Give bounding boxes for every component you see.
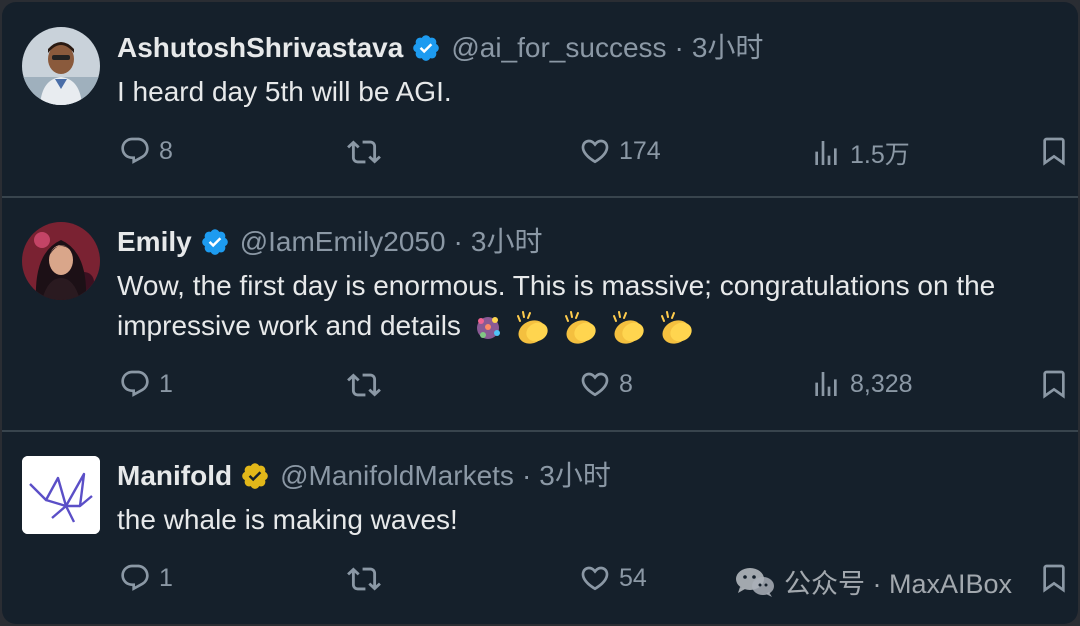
- verified-badge-icon: [413, 35, 440, 61]
- like-button[interactable]: 174: [579, 135, 661, 167]
- author-name[interactable]: AshutoshShrivastava: [117, 30, 403, 66]
- view-count: 8,328: [850, 369, 913, 398]
- verified-badge-icon: [201, 229, 228, 255]
- like-count: 54: [619, 563, 647, 592]
- bookmark-button[interactable]: [1038, 135, 1070, 167]
- views-chart-icon: [815, 372, 837, 396]
- retweet-button[interactable]: [347, 135, 381, 169]
- tweet-actions: 1 8 8,328: [2, 368, 1078, 408]
- verified-gold-badge-icon: [242, 463, 268, 489]
- tweet-text-line-2-words: impressive work and details: [117, 310, 461, 341]
- author-handle[interactable]: @ai_for_success: [451, 30, 666, 66]
- like-count: 174: [619, 136, 661, 165]
- author-handle[interactable]: @IamEmily2050: [240, 224, 446, 260]
- reply-count: 1: [159, 369, 173, 398]
- confetti-emoji: [476, 316, 500, 339]
- separator-dot: ·: [674, 32, 684, 63]
- like-count: 8: [619, 369, 633, 398]
- bookmark-icon: [1043, 564, 1065, 593]
- tweet-text-line-1: Wow, the first day is enormous. This is …: [117, 270, 996, 301]
- heart-icon: [581, 372, 609, 397]
- tweet-actions: 8 174 1.5万: [2, 135, 1078, 175]
- timestamp[interactable]: 3小时: [692, 30, 764, 66]
- avatar[interactable]: [22, 27, 100, 105]
- retweet-button[interactable]: [347, 562, 381, 596]
- clapping-hands-emoji: [517, 310, 549, 344]
- tweet-text: the whale is making waves!: [117, 504, 458, 535]
- bookmark-button[interactable]: [1038, 368, 1070, 400]
- bookmark-icon: [1043, 137, 1065, 166]
- reply-button[interactable]: 1: [119, 562, 173, 594]
- bookmark-icon: [1043, 370, 1065, 399]
- avatar[interactable]: [22, 222, 100, 300]
- like-button[interactable]: 54: [579, 562, 647, 594]
- separator-dot: ·: [521, 460, 532, 491]
- reply-icon: [121, 564, 149, 591]
- timeline: AshutoshShrivastava @ai_for_success · 3小…: [2, 2, 1078, 624]
- heart-icon: [581, 139, 609, 164]
- author-handle[interactable]: @ManifoldMarkets: [280, 458, 514, 494]
- tweet-ai-for-success[interactable]: AshutoshShrivastava @ai_for_success · 3小…: [2, 2, 1078, 198]
- tweet-text: Wow, the first day is enormous. This is …: [117, 266, 1072, 346]
- avatar[interactable]: [22, 456, 100, 534]
- wechat-icon: [736, 567, 774, 597]
- wechat-watermark: 公众号 · MaxAIBox: [734, 562, 1012, 601]
- timestamp[interactable]: 3小时: [471, 224, 543, 260]
- tweet-text-line-2: impressive work and details: [117, 306, 1072, 346]
- tweet-iamemily[interactable]: Emily @IamEmily2050 · 3小时 Wow, the first…: [2, 198, 1078, 432]
- retweet-icon: [347, 140, 381, 164]
- reply-count: 8: [159, 136, 173, 165]
- views-button[interactable]: 8,328: [810, 368, 913, 400]
- heart-icon: [581, 566, 609, 591]
- retweet-button[interactable]: [347, 368, 381, 402]
- reply-icon: [121, 137, 149, 164]
- view-count: 1.5万: [850, 141, 910, 169]
- author-name[interactable]: Emily: [117, 224, 192, 260]
- reply-count: 1: [159, 563, 173, 592]
- views-chart-icon: [815, 141, 837, 165]
- bookmark-button[interactable]: [1038, 562, 1070, 594]
- watermark-label: 公众号 · MaxAIBox: [784, 569, 1013, 599]
- views-button[interactable]: 1.5万: [810, 135, 910, 171]
- author-name[interactable]: Manifold: [117, 458, 232, 494]
- reply-button[interactable]: 8: [119, 135, 173, 167]
- like-button[interactable]: 8: [579, 368, 633, 400]
- separator-dot: ·: [453, 226, 463, 257]
- reply-button[interactable]: 1: [119, 368, 173, 400]
- tweet-text: I heard day 5th will be AGI.: [117, 76, 452, 107]
- clapping-hands-emoji: [565, 310, 596, 344]
- retweet-icon: [347, 567, 381, 591]
- timestamp[interactable]: 3小时: [539, 458, 611, 494]
- clapping-hands-emoji: [660, 310, 692, 344]
- retweet-icon: [347, 373, 381, 397]
- reply-icon: [121, 370, 149, 397]
- clapping-hands-emoji: [613, 310, 644, 344]
